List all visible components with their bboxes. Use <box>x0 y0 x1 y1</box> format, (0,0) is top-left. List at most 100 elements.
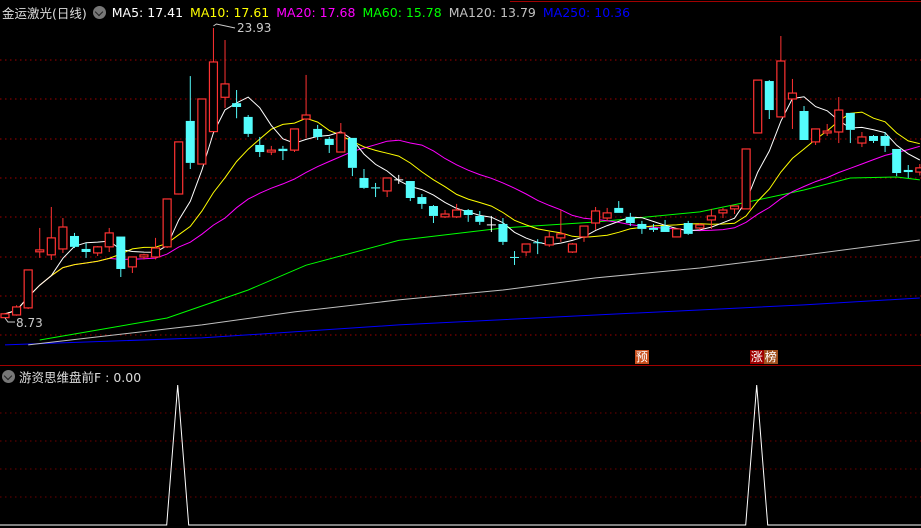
candle-body <box>139 254 149 258</box>
candle-body <box>463 210 473 215</box>
candle-body <box>648 227 658 230</box>
candle-body <box>718 209 728 214</box>
ma-label: MA20: 17.68 <box>276 5 356 20</box>
candle-body <box>544 236 554 246</box>
candle-body <box>313 128 323 137</box>
candle-body <box>695 224 705 229</box>
candle-body <box>428 206 438 216</box>
candle-body <box>475 215 485 222</box>
candle-body <box>301 114 311 120</box>
chart-legend: 金运激光(日线) MA5: 17.41 MA10: 17.61 MA20: 17.6… <box>2 3 630 22</box>
candle-body <box>23 269 33 309</box>
candle-body <box>440 213 450 218</box>
candle-body <box>822 130 832 134</box>
high-price-label: 23.93 <box>237 21 271 35</box>
candle-body <box>232 103 242 107</box>
candle-body <box>660 226 670 232</box>
candle-body <box>197 98 207 165</box>
ma20-line <box>4 139 920 315</box>
candle-body <box>116 236 126 269</box>
candle-body <box>602 212 612 219</box>
candle-body <box>510 256 520 258</box>
indicator-label: 游资思维盘前F : 0.00 <box>19 370 142 385</box>
candle-body <box>776 60 786 118</box>
candle-body <box>243 116 253 134</box>
indicator-line <box>0 384 921 526</box>
ma-label: MA120: 13.79 <box>448 5 536 20</box>
ma-label: MA60: 15.78 <box>362 5 442 20</box>
candle-body <box>93 246 103 254</box>
candle-body <box>266 149 276 153</box>
candle-body <box>764 81 774 111</box>
candle-body <box>382 177 392 192</box>
candle-body <box>452 209 462 218</box>
candle-body <box>579 225 589 238</box>
ma5-line <box>4 96 921 315</box>
candle-body <box>672 228 682 238</box>
candle-body <box>533 242 543 244</box>
candle-body <box>810 128 821 143</box>
indicator-legend: 游资思维盘前F : 0.00 <box>2 367 141 386</box>
candle-body <box>834 109 844 133</box>
candle-body <box>0 313 10 319</box>
limit-up-marker[interactable]: 榜 <box>763 350 778 364</box>
low-price-label: 8.73 <box>16 316 43 330</box>
candle-body <box>880 135 890 146</box>
stock-title: 金运激光(日线) <box>2 6 87 21</box>
candle-body <box>556 233 566 239</box>
candle-body <box>614 207 624 213</box>
chevron-down-icon[interactable] <box>2 370 15 383</box>
candle-body <box>590 210 601 224</box>
candle-body <box>787 92 798 100</box>
low-arrow <box>4 317 15 323</box>
candle-body <box>683 222 693 234</box>
pre-market-marker[interactable]: 预 <box>634 350 649 364</box>
high-arrow <box>213 23 236 29</box>
candle-body <box>706 215 716 221</box>
candle-body <box>521 243 531 253</box>
candle-body <box>903 169 913 173</box>
candle-body <box>185 120 195 163</box>
candle-body <box>127 256 137 268</box>
ma250-line <box>4 297 920 346</box>
candle-body <box>869 135 878 141</box>
ma10-line <box>4 111 920 315</box>
candle-body <box>220 83 230 98</box>
candle-body <box>371 187 381 189</box>
candle-body <box>278 148 288 152</box>
ma-label: MA10: 17.61 <box>190 5 270 20</box>
candle-body <box>174 141 184 195</box>
ma-legend: MA5: 17.41 MA10: 17.61 MA20: 17.68 MA60: 15… <box>112 5 630 20</box>
candle-body <box>104 232 114 248</box>
candle-body <box>625 216 635 223</box>
candle-body <box>289 128 300 151</box>
chevron-down-icon[interactable] <box>92 6 106 19</box>
candle-body <box>208 61 219 133</box>
candle-body <box>567 243 578 253</box>
candle-body <box>845 112 855 130</box>
candle-body <box>81 248 91 252</box>
candle-body <box>857 136 867 144</box>
candle-body <box>892 148 902 174</box>
candle-body <box>405 181 415 199</box>
candle-body <box>359 177 369 188</box>
candle-body <box>162 198 172 248</box>
candle-body <box>347 137 357 168</box>
candle-body <box>255 144 265 153</box>
stock-chart[interactable]: 23.93 8.73 <box>0 0 921 528</box>
ma-label: MA5: 17.41 <box>111 5 184 20</box>
ma-label: MA250: 10.36 <box>542 5 631 20</box>
candle-body <box>729 205 740 210</box>
candle-body <box>11 306 22 316</box>
candle-body <box>324 138 334 145</box>
candle-body <box>417 197 427 204</box>
candle-body <box>58 226 68 250</box>
candle-body <box>498 223 508 242</box>
candle-body <box>799 110 809 140</box>
candle-body <box>637 223 647 229</box>
limit-up-marker[interactable]: 涨 <box>749 350 764 364</box>
candle-body <box>915 167 921 173</box>
candle-body <box>69 235 79 247</box>
candle-body <box>741 148 751 210</box>
candle-body <box>150 247 161 258</box>
